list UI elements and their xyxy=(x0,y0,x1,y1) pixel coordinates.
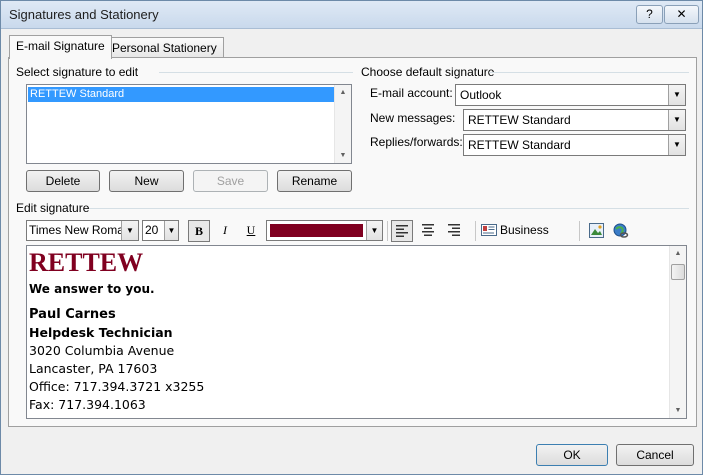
chevron-down-icon[interactable]: ▼ xyxy=(366,221,382,240)
title-bar[interactable]: Signatures and Stationery ? ✕ xyxy=(1,1,702,29)
hyperlink-icon xyxy=(613,223,629,238)
chevron-down-icon[interactable]: ▼ xyxy=(668,85,685,105)
font-family-select[interactable]: Times New Roman ▼ xyxy=(26,220,139,241)
new-messages-label: New messages: xyxy=(370,111,456,125)
scroll-thumb[interactable] xyxy=(671,264,685,280)
new-messages-select[interactable]: RETTEW Standard ▼ xyxy=(463,109,686,131)
insert-hyperlink-button[interactable] xyxy=(610,220,632,242)
email-account-select[interactable]: Outlook ▼ xyxy=(455,84,686,106)
scroll-down-icon[interactable]: ▼ xyxy=(335,152,351,159)
scroll-up-icon[interactable]: ▲ xyxy=(670,250,686,257)
align-left-icon xyxy=(396,225,408,237)
picture-icon xyxy=(588,223,604,238)
scroll-up-icon[interactable]: ▲ xyxy=(335,89,351,96)
signature-listbox[interactable]: RETTEW Standard ▲ ▼ xyxy=(26,84,352,164)
cancel-button[interactable]: Cancel xyxy=(616,444,694,466)
underline-button[interactable]: U xyxy=(240,220,262,242)
replies-forwards-select[interactable]: RETTEW Standard ▼ xyxy=(463,134,686,156)
chevron-down-icon[interactable]: ▼ xyxy=(668,110,685,130)
signature-office-phone: Office: 717.394.3721 x3255 xyxy=(29,379,205,394)
signature-editor[interactable]: RETTEW We answer to you. Paul Carnes Hel… xyxy=(26,245,687,419)
align-center-icon xyxy=(422,224,434,236)
editor-scrollbar[interactable]: ▲ ▼ xyxy=(669,246,686,418)
signature-name: Paul Carnes xyxy=(29,307,116,322)
signature-company: RETTEW xyxy=(29,248,144,277)
select-signature-label: Select signature to edit xyxy=(16,65,139,79)
new-button[interactable]: New xyxy=(109,170,184,192)
align-right-button[interactable] xyxy=(443,220,465,242)
font-color-swatch xyxy=(270,224,363,237)
bold-button[interactable]: B xyxy=(188,220,210,242)
font-color-select[interactable]: ▼ xyxy=(266,220,383,241)
close-button[interactable]: ✕ xyxy=(664,5,699,24)
email-account-label: E-mail account: xyxy=(370,86,453,100)
replies-forwards-label: Replies/forwards: xyxy=(370,135,463,149)
divider xyxy=(89,208,689,209)
save-button[interactable]: Save xyxy=(193,170,268,192)
chevron-down-icon[interactable]: ▼ xyxy=(121,221,138,240)
edit-signature-label: Edit signature xyxy=(16,201,90,215)
new-messages-value: RETTEW Standard xyxy=(468,113,571,127)
divider xyxy=(489,72,689,73)
business-card-button[interactable]: Business Card xyxy=(481,220,575,257)
signature-title: Helpdesk Technician xyxy=(29,325,173,340)
signature-content[interactable]: RETTEW We answer to you. Paul Carnes Hel… xyxy=(29,248,667,414)
align-center-button[interactable] xyxy=(417,220,439,242)
help-button[interactable]: ? xyxy=(636,5,663,24)
font-family-value: Times New Roman xyxy=(29,223,131,237)
ok-button[interactable]: OK xyxy=(536,444,608,466)
toolbar-separator xyxy=(387,221,388,241)
font-size-select[interactable]: 20 ▼ xyxy=(142,220,179,241)
insert-picture-button[interactable] xyxy=(585,220,607,242)
window-title: Signatures and Stationery xyxy=(9,7,159,22)
signature-list-item[interactable]: RETTEW Standard xyxy=(28,87,335,102)
signature-address-line2: Lancaster, PA 17603 xyxy=(29,361,158,376)
scroll-down-icon[interactable]: ▼ xyxy=(670,407,686,414)
rename-button[interactable]: Rename xyxy=(277,170,352,192)
chevron-down-icon[interactable]: ▼ xyxy=(668,135,685,155)
signature-fax: Fax: 717.394.1063 xyxy=(29,397,146,412)
delete-button[interactable]: Delete xyxy=(26,170,100,192)
tab-email-signature[interactable]: E-mail Signature xyxy=(9,35,112,59)
default-signature-label: Choose default signature xyxy=(361,65,495,79)
italic-button[interactable]: I xyxy=(214,220,236,242)
signature-tagline: We answer to you. xyxy=(29,282,155,296)
replies-forwards-value: RETTEW Standard xyxy=(468,138,571,152)
business-card-icon xyxy=(481,224,497,236)
toolbar-separator xyxy=(475,221,476,241)
signatures-dialog: Signatures and Stationery ? ✕ E-mail Sig… xyxy=(0,0,703,475)
toolbar-separator xyxy=(579,221,580,241)
align-left-button[interactable] xyxy=(391,220,413,242)
font-size-value: 20 xyxy=(145,223,159,237)
divider xyxy=(159,72,353,73)
tab-personal-stationery[interactable]: Personal Stationery xyxy=(105,37,224,59)
listbox-scrollbar[interactable]: ▲ ▼ xyxy=(334,85,351,163)
chevron-down-icon[interactable]: ▼ xyxy=(164,221,178,240)
signature-address-line1: 3020 Columbia Avenue xyxy=(29,343,175,358)
align-right-icon xyxy=(448,224,460,236)
email-account-value: Outlook xyxy=(460,88,502,102)
